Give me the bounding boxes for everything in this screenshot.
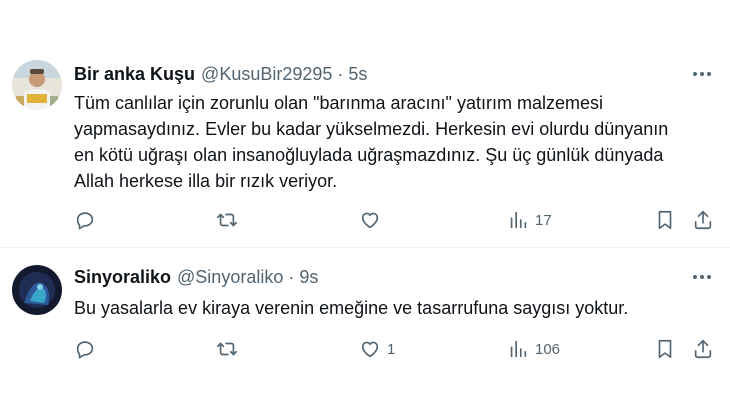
tweet[interactable]: Bir anka Kuşu @KusuBir29295 · 5s Tüm can…: [0, 40, 730, 248]
heart-icon: [361, 341, 379, 358]
retweet-icon: [217, 342, 237, 356]
tweet-text: Tüm canlılar için zorunlu olan "barınma …: [74, 93, 669, 191]
views-button[interactable]: 106: [507, 334, 560, 364]
reply-button[interactable]: [74, 205, 102, 235]
tweet-header: Bir anka Kuşu @KusuBir29295 · 5s: [74, 62, 367, 86]
reply-icon: [76, 212, 94, 230]
views-button[interactable]: 17: [507, 205, 552, 235]
share-button[interactable]: [692, 205, 714, 235]
like-button[interactable]: [359, 205, 387, 235]
views-icon: [510, 340, 527, 358]
user-handle[interactable]: @Sinyoraliko: [177, 267, 283, 288]
avatar-image: [12, 265, 62, 315]
more-dots-icon: [693, 72, 711, 76]
separator-dot: ·: [288, 266, 295, 287]
tweet-text: Bu yasalarla ev kiraya verenin emeğine v…: [74, 298, 629, 318]
avatar[interactable]: [12, 60, 62, 110]
display-name[interactable]: Sinyoraliko: [74, 267, 171, 288]
retweet-button[interactable]: [216, 334, 244, 364]
avatar[interactable]: [12, 265, 62, 315]
tweet-actions: 17: [70, 205, 720, 235]
reply-button[interactable]: [74, 334, 102, 364]
reply-icon: [76, 341, 94, 359]
user-handle[interactable]: @KusuBir29295: [201, 64, 332, 85]
heart-icon: [361, 212, 379, 229]
view-count: 106: [535, 340, 561, 358]
bookmark-button[interactable]: [654, 205, 676, 235]
tweet-header: Sinyoraliko @Sinyoraliko · 9s: [74, 265, 318, 289]
share-button[interactable]: [692, 334, 714, 364]
display-name[interactable]: Bir anka Kuşu: [74, 64, 195, 85]
tweet-feed: Bir anka Kuşu @KusuBir29295 · 5s Tüm can…: [0, 0, 730, 420]
like-count: 1: [387, 340, 396, 358]
tweet-actions: 1 106: [70, 334, 720, 364]
retweet-button[interactable]: [216, 205, 244, 235]
like-button[interactable]: 1: [359, 334, 395, 364]
share-icon: [694, 210, 712, 230]
timestamp[interactable]: 9s: [299, 267, 318, 288]
separator-dot: ·: [337, 63, 344, 84]
more-button[interactable]: [690, 265, 714, 289]
avatar-image: [12, 60, 62, 110]
tweet[interactable]: Sinyoraliko @Sinyoraliko · 9s Bu yasalar…: [0, 249, 730, 420]
retweet-icon: [217, 213, 237, 227]
timestamp[interactable]: 5s: [348, 64, 367, 85]
more-dots-icon: [693, 275, 711, 279]
share-icon: [694, 339, 712, 359]
views-icon: [510, 211, 527, 229]
bookmark-icon: [658, 210, 672, 230]
view-count: 17: [535, 211, 552, 229]
bookmark-button[interactable]: [654, 334, 676, 364]
more-button[interactable]: [690, 62, 714, 86]
bookmark-icon: [658, 339, 672, 359]
